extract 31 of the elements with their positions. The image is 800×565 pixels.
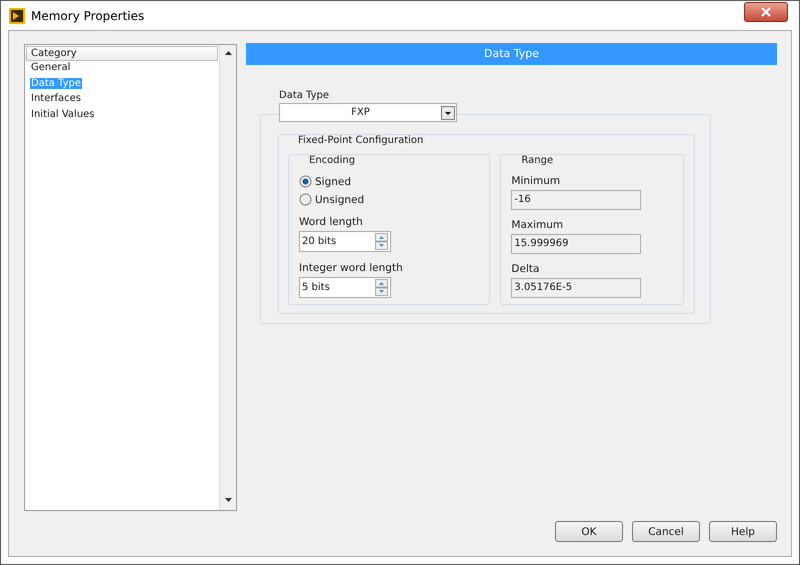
- app-icon: [9, 8, 25, 24]
- field-label: Word length: [299, 216, 364, 228]
- category-item[interactable]: Initial Values: [30, 108, 96, 120]
- list-header: Category: [26, 46, 218, 61]
- window-title: Memory Properties: [31, 8, 144, 22]
- readonly-field: 15.999969: [511, 234, 642, 254]
- close-icon: [761, 6, 771, 16]
- spin-field[interactable]: 20 bits: [299, 231, 391, 252]
- spin-arrows-icon: [375, 279, 388, 296]
- field-label: Delta: [511, 263, 540, 275]
- field-label: Minimum: [511, 175, 562, 187]
- dialog-button[interactable]: Cancel: [632, 521, 700, 542]
- field-label: Integer word length: [299, 262, 404, 274]
- scroll-down-icon[interactable]: [224, 498, 232, 502]
- field-label: Data Type: [279, 90, 330, 101]
- readonly-field: 3.05176E-5: [511, 278, 642, 298]
- scrollbar[interactable]: [219, 45, 236, 510]
- spin-arrows-icon: [375, 233, 388, 250]
- readonly-field: -16: [511, 190, 642, 210]
- panel-header: Data Type: [246, 43, 777, 65]
- field-label: Maximum: [511, 219, 564, 231]
- radio-option[interactable]: Signed: [299, 175, 482, 188]
- data-type-dropdown[interactable]: FXP: [279, 103, 457, 122]
- spin-field[interactable]: 5 bits: [299, 277, 391, 298]
- radio-option[interactable]: Unsigned: [299, 193, 482, 206]
- category-item[interactable]: General: [30, 62, 72, 73]
- dialog-button[interactable]: Help: [709, 521, 777, 542]
- dialog-button[interactable]: OK: [555, 521, 623, 542]
- close-button[interactable]: [744, 2, 788, 22]
- category-item[interactable]: Interfaces: [30, 93, 82, 104]
- scroll-up-icon[interactable]: [224, 51, 232, 55]
